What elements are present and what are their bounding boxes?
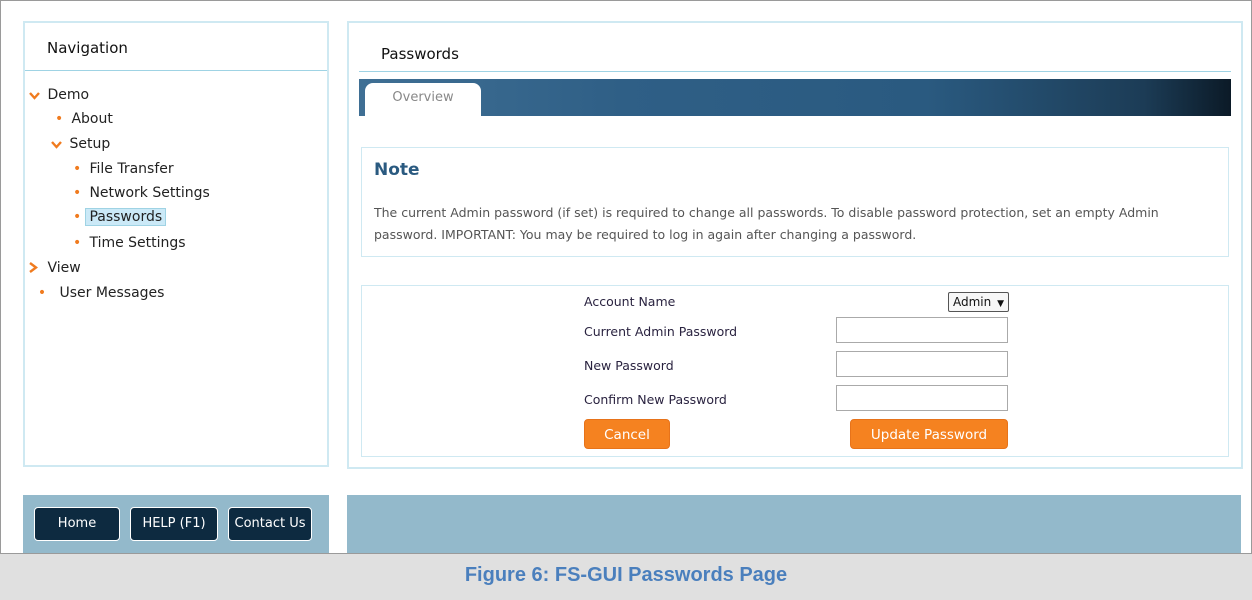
current-password-label: Current Admin Password bbox=[584, 324, 738, 339]
navigation-divider bbox=[25, 70, 327, 71]
new-password-label: New Password bbox=[584, 358, 674, 373]
footer-left: Home HELP (F1) Contact Us bbox=[23, 495, 329, 554]
page-title: Passwords bbox=[381, 45, 459, 63]
cancel-button[interactable]: Cancel bbox=[584, 419, 670, 449]
tree-item-label: Demo bbox=[47, 87, 90, 103]
tab-overview[interactable]: Overview bbox=[365, 83, 481, 117]
tree-item-label: About bbox=[71, 111, 113, 127]
note-text: The current Admin password (if set) is r… bbox=[374, 205, 1159, 242]
confirm-password-field[interactable] bbox=[836, 385, 1008, 411]
title-divider bbox=[359, 71, 1231, 72]
tree-item-file-transfer[interactable]: • File Transfer bbox=[73, 159, 174, 179]
navigation-title: Navigation bbox=[47, 39, 128, 57]
navigation-panel: Navigation Demo • About Setup • File Tra… bbox=[23, 21, 329, 467]
bullet-icon: • bbox=[73, 235, 82, 251]
tree-item-view[interactable]: View bbox=[29, 258, 81, 278]
tree-item-setup[interactable]: Setup bbox=[51, 134, 110, 154]
tree-item-demo[interactable]: Demo bbox=[29, 85, 89, 105]
tree-item-label-selected: Passwords bbox=[85, 208, 167, 226]
tab-bar: Overview bbox=[359, 79, 1231, 117]
tree-item-time-settings[interactable]: • Time Settings bbox=[73, 233, 186, 253]
bullet-icon: • bbox=[73, 209, 82, 225]
account-name-select[interactable]: Admin ▼ bbox=[948, 292, 1009, 312]
tree-item-about[interactable]: • About bbox=[55, 109, 113, 129]
footer-right bbox=[347, 495, 1241, 554]
tree-item-label: View bbox=[47, 260, 81, 276]
tree-item-label: File Transfer bbox=[89, 161, 174, 177]
password-form: Account Name Admin ▼ Current Admin Passw… bbox=[361, 285, 1229, 457]
account-name-label: Account Name bbox=[584, 294, 676, 309]
bullet-icon: • bbox=[73, 161, 82, 177]
contact-us-button[interactable]: Contact Us bbox=[228, 507, 312, 541]
account-name-value: Admin bbox=[953, 295, 992, 309]
tree-item-passwords[interactable]: • Passwords bbox=[73, 207, 167, 227]
chevron-down-icon[interactable] bbox=[51, 134, 65, 154]
app-window: Navigation Demo • About Setup • File Tra… bbox=[0, 0, 1252, 554]
tree-item-label: User Messages bbox=[59, 285, 165, 301]
figure-caption-bar: Figure 6: FS-GUI Passwords Page bbox=[0, 553, 1252, 600]
figure-caption: Figure 6: FS-GUI Passwords Page bbox=[464, 564, 788, 586]
new-password-field[interactable] bbox=[836, 351, 1008, 377]
tree-item-label: Setup bbox=[69, 136, 111, 152]
update-password-button[interactable]: Update Password bbox=[850, 419, 1008, 449]
main-panel: Passwords Overview Note The current Admi… bbox=[347, 21, 1243, 469]
note-title: Note bbox=[374, 160, 420, 180]
dropdown-arrow-icon: ▼ bbox=[997, 299, 1004, 309]
confirm-password-label: Confirm New Password bbox=[584, 392, 727, 407]
help-button[interactable]: HELP (F1) bbox=[130, 507, 218, 541]
note-box: Note The current Admin password (if set)… bbox=[361, 147, 1229, 257]
bullet-icon: • bbox=[73, 185, 82, 201]
current-password-field[interactable] bbox=[836, 317, 1008, 343]
bullet-icon: • bbox=[55, 111, 64, 127]
tree-item-network-settings[interactable]: • Network Settings bbox=[73, 183, 210, 203]
home-button[interactable]: Home bbox=[34, 507, 120, 541]
tree-item-label: Time Settings bbox=[89, 235, 186, 251]
chevron-right-icon[interactable] bbox=[29, 258, 43, 278]
tree-item-label: Network Settings bbox=[89, 185, 210, 201]
tree-item-user-messages[interactable]: • User Messages bbox=[29, 283, 165, 303]
chevron-down-icon[interactable] bbox=[29, 85, 43, 105]
bullet-icon: • bbox=[37, 285, 47, 301]
